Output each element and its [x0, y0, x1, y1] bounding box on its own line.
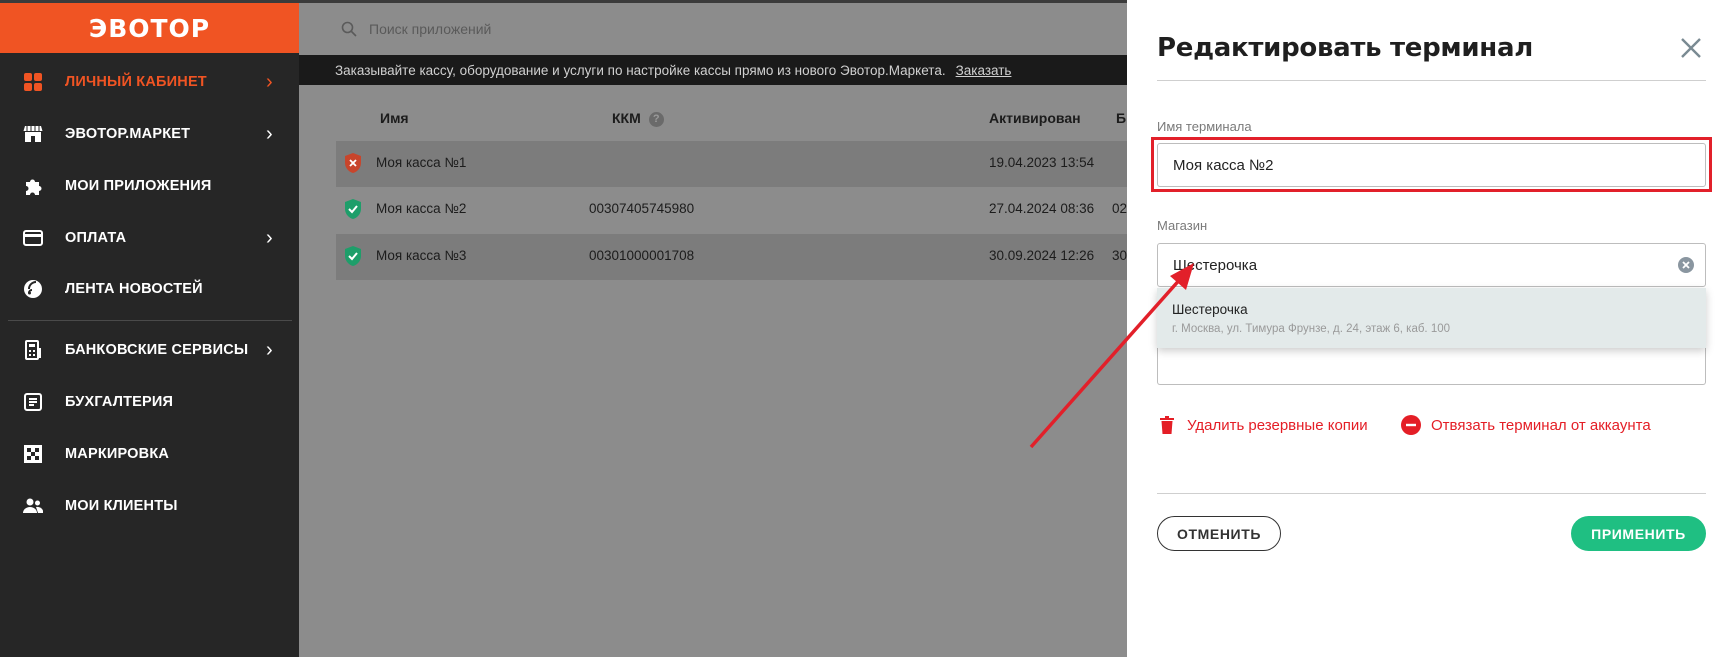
terminal-extra: 30 — [1112, 248, 1128, 263]
terminal-name: Моя касса №1 — [376, 155, 467, 170]
terminal-name: Моя касса №3 — [376, 248, 467, 263]
logo-text: ЭВОТОР — [88, 13, 211, 43]
terminal-extra: 02 — [1112, 201, 1128, 216]
trash-icon — [1157, 415, 1177, 435]
search-icon — [341, 21, 357, 37]
shield-error-icon — [345, 153, 361, 173]
store-option-name: Шестерочка — [1172, 302, 1248, 317]
store-value: Шестерочка — [1173, 256, 1258, 274]
delete-backups-link[interactable]: Удалить резервные копии — [1157, 415, 1368, 435]
sidebar-item-label: ЭВОТОР.МАРКЕТ — [65, 126, 191, 142]
sidebar-item-news-feed[interactable]: ЛЕНТА НОВОСТЕЙ — [0, 269, 299, 309]
store-dropdown-option[interactable]: Шестерочка г. Москва, ул. Тимура Фрунзе,… — [1157, 288, 1706, 348]
close-icon[interactable] — [1679, 36, 1703, 60]
main-content: Поиск приложений Заказывайте кассу, обор… — [299, 0, 1127, 657]
sidebar-item-personal-cabinet[interactable]: ЛИЧНЫЙ КАБИНЕТ › — [0, 62, 299, 102]
search-placeholder: Поиск приложений — [369, 21, 492, 37]
bank-icon — [22, 339, 44, 361]
sidebar-item-label: БАНКОВСКИЕ СЕРВИСЫ — [65, 342, 249, 358]
annotation-highlight-box — [1151, 137, 1712, 192]
unlink-terminal-label: Отвязать терминал от аккаунта — [1431, 416, 1651, 434]
help-icon[interactable]: ? — [648, 112, 664, 127]
terminal-activated: 30.09.2024 12:26 — [989, 248, 1095, 263]
chevron-right-icon: › — [266, 71, 273, 93]
terminal-name-label: Имя терминала — [1157, 119, 1252, 134]
table-row[interactable]: Моя касса №1 19.04.2023 13:54 — [336, 141, 1127, 187]
edit-terminal-drawer: Редактировать терминал Имя терминала Моя… — [1127, 0, 1730, 657]
delete-backups-label: Удалить резервные копии — [1187, 416, 1368, 434]
chevron-right-icon: › — [266, 227, 273, 249]
terminal-kkm: 00307405745980 — [589, 201, 695, 216]
sidebar-item-label: МОИ КЛИЕНТЫ — [65, 498, 178, 514]
title-divider — [1157, 80, 1706, 81]
shield-check-icon — [345, 246, 361, 266]
sidebar-item-label: МОИ ПРИЛОЖЕНИЯ — [65, 178, 212, 194]
sidebar-item-label: ОПЛАТА — [65, 230, 127, 246]
store-option-address: г. Москва, ул. Тимура Фрунзе, д. 24, эта… — [1172, 323, 1451, 335]
promo-banner: Заказывайте кассу, оборудование и услуги… — [299, 55, 1127, 85]
sidebar-item-evotor-market[interactable]: ЭВОТОР.МАРКЕТ › — [0, 114, 299, 154]
store-select-input[interactable]: Шестерочка — [1157, 243, 1706, 287]
drawer-title: Редактировать терминал — [1157, 33, 1533, 63]
sidebar-item-my-clients[interactable]: МОИ КЛИЕНТЫ — [0, 486, 299, 526]
unlink-terminal-link[interactable]: Отвязать терминал от аккаунта — [1401, 415, 1651, 435]
order-link[interactable]: Заказать — [956, 63, 1012, 78]
sidebar-item-payment[interactable]: ОПЛАТА › — [0, 218, 299, 258]
news-icon — [22, 278, 44, 300]
dashboard-grid-icon — [22, 71, 44, 93]
evotor-logo[interactable]: ЭВОТОР — [0, 3, 299, 53]
banner-text: Заказывайте кассу, оборудование и услуги… — [335, 62, 946, 78]
sidebar-item-accounting[interactable]: БУХГАЛТЕРИЯ — [0, 382, 299, 422]
sidebar-item-label: ЛИЧНЫЙ КАБИНЕТ — [65, 74, 207, 90]
hidden-field-behind-dropdown[interactable] — [1157, 343, 1706, 385]
footer-divider — [1157, 493, 1706, 494]
shield-check-icon — [345, 199, 361, 219]
checkered-icon — [22, 443, 44, 465]
accounting-icon — [22, 391, 44, 413]
sidebar: ЭВОТОР ЛИЧНЫЙ КАБИНЕТ › ЭВОТОР.МАРКЕТ › … — [0, 0, 299, 657]
sidebar-divider — [8, 320, 292, 321]
apply-button[interactable]: ПРИМЕНИТЬ — [1571, 516, 1706, 551]
puzzle-icon — [22, 175, 44, 197]
sidebar-item-label: БУХГАЛТЕРИЯ — [65, 394, 174, 410]
terminal-kkm: 00301000001708 — [589, 248, 695, 263]
store-label: Магазин — [1157, 218, 1208, 233]
table-row[interactable]: Моя касса №3 00301000001708 30.09.2024 1… — [336, 234, 1127, 280]
clear-icon[interactable] — [1677, 256, 1695, 274]
chevron-right-icon: › — [266, 339, 273, 361]
cancel-button[interactable]: ОТМЕНИТЬ — [1157, 516, 1281, 551]
app-search[interactable]: Поиск приложений — [341, 21, 491, 37]
sidebar-item-label: ЛЕНТА НОВОСТЕЙ — [65, 281, 203, 297]
column-header-activated[interactable]: Активирован — [989, 110, 1081, 126]
table-row[interactable]: Моя касса №2 00307405745980 27.04.2024 0… — [336, 187, 1127, 233]
sidebar-item-marking[interactable]: МАРКИРОВКА — [0, 434, 299, 474]
kkm-header-label: ККМ — [612, 110, 641, 126]
chevron-right-icon: › — [266, 123, 273, 145]
sidebar-item-banking-services[interactable]: БАНКОВСКИЕ СЕРВИСЫ › — [0, 330, 299, 370]
column-header-name[interactable]: Имя — [380, 110, 409, 126]
terminal-activated: 27.04.2024 08:36 — [989, 201, 1095, 216]
terminal-activated: 19.04.2023 13:54 — [989, 155, 1095, 170]
column-header-truncated: Б — [1116, 110, 1127, 126]
column-header-kkm[interactable]: ККМ? — [612, 110, 664, 127]
sidebar-item-my-apps[interactable]: МОИ ПРИЛОЖЕНИЯ — [0, 166, 299, 206]
clients-icon — [22, 495, 44, 517]
card-icon — [22, 227, 44, 249]
minus-circle-icon — [1401, 415, 1421, 435]
sidebar-item-label: МАРКИРОВКА — [65, 446, 170, 462]
store-icon — [22, 123, 44, 145]
terminal-name: Моя касса №2 — [376, 201, 467, 216]
